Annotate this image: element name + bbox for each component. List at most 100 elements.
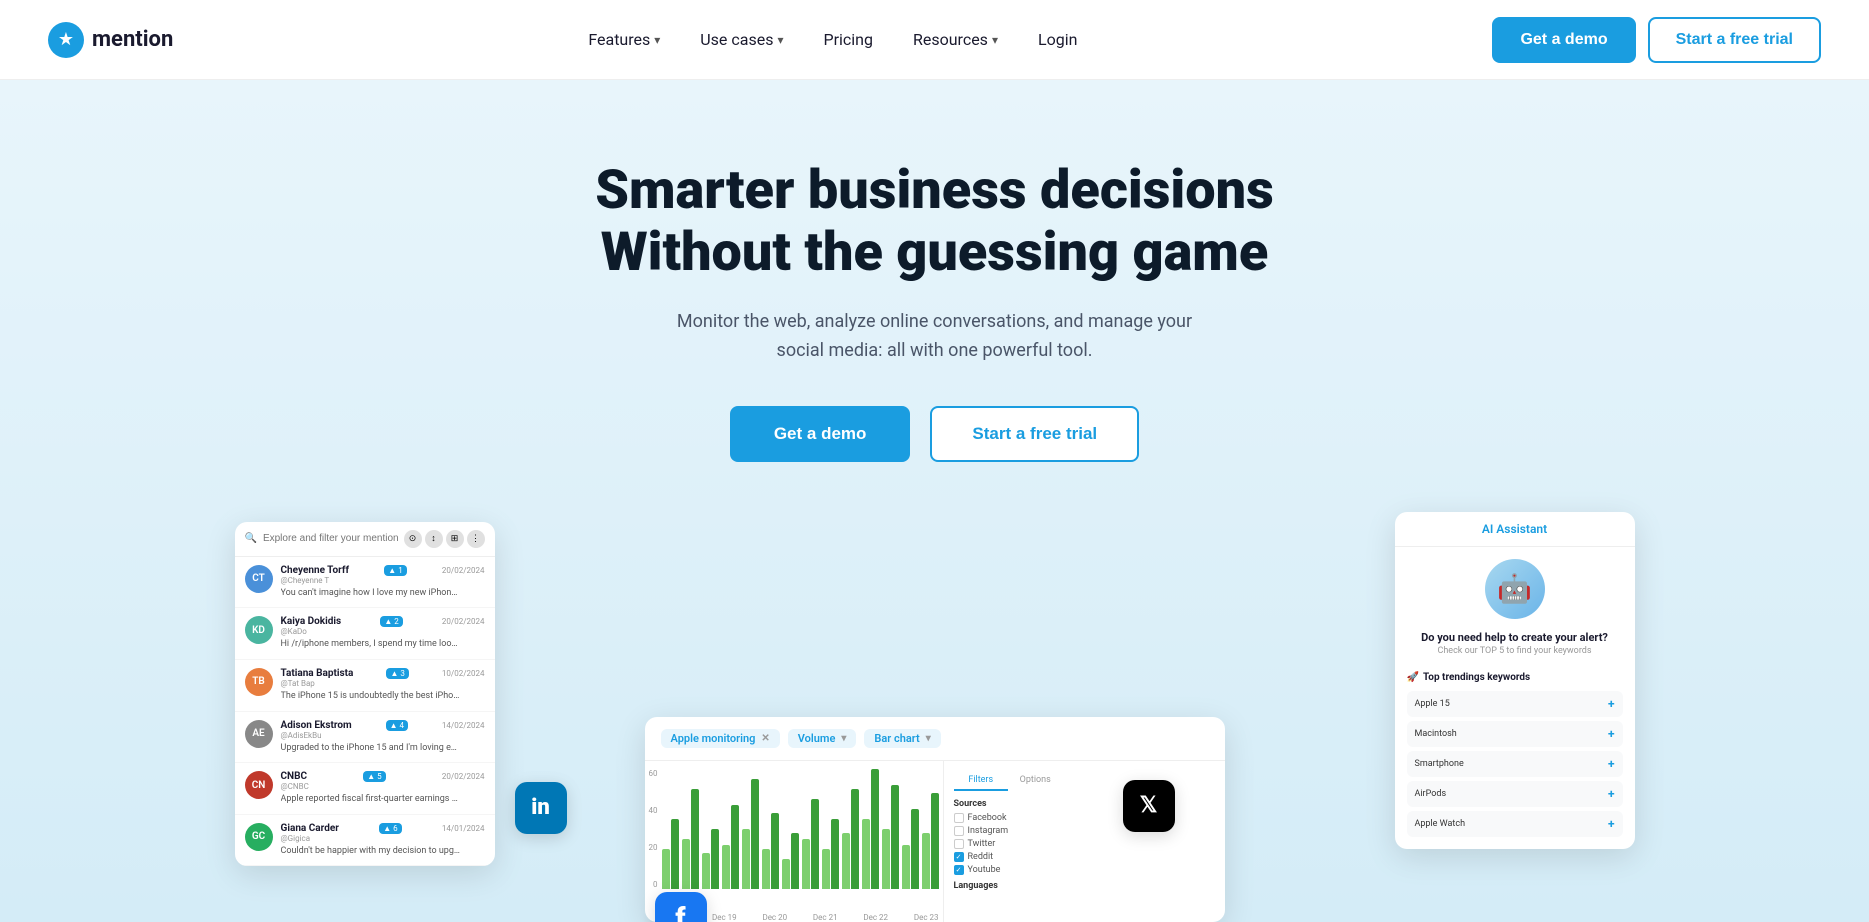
mention-handle: @Tat Bap [281, 679, 485, 688]
chart-bar-dark [771, 813, 779, 889]
hero-text: Smarter business decisions Without the g… [595, 160, 1274, 462]
twitter-x-icon: 𝕏 [1123, 780, 1175, 832]
filter-checkbox[interactable] [954, 813, 964, 823]
chevron-down-icon[interactable]: ▾ [841, 733, 846, 744]
mention-name: CNBC [281, 771, 308, 782]
trending-keyword-item[interactable]: Apple Watch + [1407, 811, 1623, 837]
chart-bar-dark [731, 805, 739, 889]
chart-tag-monitoring[interactable]: Apple monitoring ✕ [661, 729, 780, 748]
chart-bar-group [882, 785, 899, 889]
chart-bar-group [762, 813, 779, 889]
ai-assistant-panel: AI Assistant 🤖 Do you need help to creat… [1395, 512, 1635, 849]
filter-checkbox[interactable] [954, 839, 964, 849]
mention-name: Kaiya Dokidis [281, 616, 342, 627]
filter-icon[interactable]: ⊙ [404, 530, 422, 548]
add-keyword-icon[interactable]: + [1608, 727, 1615, 741]
tab-filters[interactable]: Filters [954, 771, 1009, 791]
chart-bar-dark [891, 785, 899, 889]
mention-date: 20/02/2024 [442, 617, 485, 626]
chart-bar-group [742, 779, 759, 889]
filter-label: Youtube [968, 865, 1001, 875]
filter-checkbox[interactable]: ✓ [954, 852, 964, 862]
chart-bar [862, 819, 870, 889]
more-icon[interactable]: ⋮ [467, 530, 485, 548]
mention-date: 14/01/2024 [442, 824, 485, 833]
add-keyword-icon[interactable]: + [1608, 697, 1615, 711]
chart-bar-dark [691, 789, 699, 889]
filter-checkbox[interactable] [954, 826, 964, 836]
chart-bar [682, 839, 690, 889]
chevron-down-icon: ▾ [777, 33, 783, 47]
trending-keyword-item[interactable]: Apple 15 + [1407, 691, 1623, 717]
mention-name: Giana Carder [281, 823, 339, 834]
chevron-down-icon[interactable]: ▾ [926, 733, 931, 744]
filter-label: Twitter [968, 839, 996, 849]
sources-title: Sources [954, 799, 1063, 809]
chart-bar-group [922, 793, 939, 889]
mention-badge: ▲ 1 [384, 565, 406, 576]
mentions-panel: 🔍 ⊙ ↕ ⊞ ⋮ CT Cheyenne Torff ▲ 1 20/02/20… [235, 522, 495, 867]
chart-bar-dark [911, 809, 919, 889]
mention-item: GC Giana Carder ▲ 6 14/01/2024 @Gigica C… [235, 815, 495, 867]
tab-options[interactable]: Options [1008, 771, 1063, 791]
nav-pricing[interactable]: Pricing [808, 22, 890, 57]
nav-features[interactable]: Features ▾ [572, 22, 676, 57]
nav-usecases[interactable]: Use cases ▾ [684, 22, 799, 57]
chart-bar-group [722, 805, 739, 889]
chart-bar-dark [871, 769, 879, 889]
chart-bar-group [802, 799, 819, 889]
hero-trial-button[interactable]: Start a free trial [930, 406, 1139, 462]
mentions-search-input[interactable] [263, 533, 398, 544]
chart-bar [762, 849, 770, 889]
nav-login[interactable]: Login [1022, 22, 1093, 57]
chart-bar [742, 829, 750, 889]
mention-text: Upgraded to the iPhone 15 and I'm loving… [281, 742, 461, 755]
filter-item: ✓ Reddit [954, 852, 1063, 862]
add-keyword-icon[interactable]: + [1608, 787, 1615, 801]
get-demo-button[interactable]: Get a demo [1492, 17, 1635, 63]
logo-text: mention [92, 27, 173, 52]
logo[interactable]: ★ mention [48, 22, 173, 58]
mention-badge: ▲ 2 [380, 616, 402, 627]
chart-bar [922, 833, 930, 889]
remove-tag-icon[interactable]: ✕ [761, 733, 769, 744]
hero-demo-button[interactable]: Get a demo [730, 406, 911, 462]
mention-text: Couldn't be happier with my decision to … [281, 845, 461, 858]
mention-content: Adison Ekstrom ▲ 4 14/02/2024 @AdisEkBu … [281, 720, 485, 755]
add-keyword-icon[interactable]: + [1608, 817, 1615, 831]
chart-bar-group [842, 789, 859, 889]
ai-help-text: Do you need help to create your alert? C… [1395, 631, 1635, 664]
chart-bar-dark [671, 819, 679, 889]
chart-bar-dark [831, 819, 839, 889]
chart-bar-dark [791, 833, 799, 889]
mention-text: The iPhone 15 is undoubtedly the best iP… [281, 690, 461, 703]
mention-handle: @KaDo [281, 627, 485, 636]
start-trial-button[interactable]: Start a free trial [1648, 17, 1821, 63]
chart-bar-group [662, 819, 679, 889]
mention-handle: @Cheyenne T [281, 576, 485, 585]
trending-keyword-item[interactable]: Macintosh + [1407, 721, 1623, 747]
filter-checkbox[interactable]: ✓ [954, 865, 964, 875]
sort-icon[interactable]: ↕ [425, 530, 443, 548]
nav-resources[interactable]: Resources ▾ [897, 22, 1014, 57]
mention-name: Adison Ekstrom [281, 720, 352, 731]
chart-tag-type[interactable]: Bar chart ▾ [864, 729, 940, 748]
mention-text: You can't imagine how I love my new iPho… [281, 587, 461, 600]
mention-name: Tatiana Baptista [281, 668, 354, 679]
chart-filters-panel: Filters Options Sources Facebook Instagr… [943, 761, 1073, 922]
mention-date: 14/02/2024 [442, 721, 485, 730]
mentions-search-bar: 🔍 ⊙ ↕ ⊞ ⋮ [235, 522, 495, 557]
grid-icon[interactable]: ⊞ [446, 530, 464, 548]
mention-content: CNBC ▲ 5 20/02/2024 @CNBC Apple reported… [281, 771, 485, 806]
mention-content: Giana Carder ▲ 6 14/01/2024 @Gigica Coul… [281, 823, 485, 858]
mention-date: 20/02/2024 [442, 566, 485, 575]
mentions-list: CT Cheyenne Torff ▲ 1 20/02/2024 @Cheyen… [235, 557, 495, 867]
filter-label: Instagram [968, 826, 1009, 836]
nav-links: Features ▾ Use cases ▾ Pricing Resources… [572, 22, 1093, 57]
chart-tag-volume[interactable]: Volume ▾ [788, 729, 857, 748]
add-keyword-icon[interactable]: + [1608, 757, 1615, 771]
trending-keyword-item[interactable]: Smartphone + [1407, 751, 1623, 777]
trending-keywords: 🚀 Top trendings keywords Apple 15 + Maci… [1395, 664, 1635, 849]
trending-keyword-item[interactable]: AirPods + [1407, 781, 1623, 807]
chart-bar-group [782, 833, 799, 889]
